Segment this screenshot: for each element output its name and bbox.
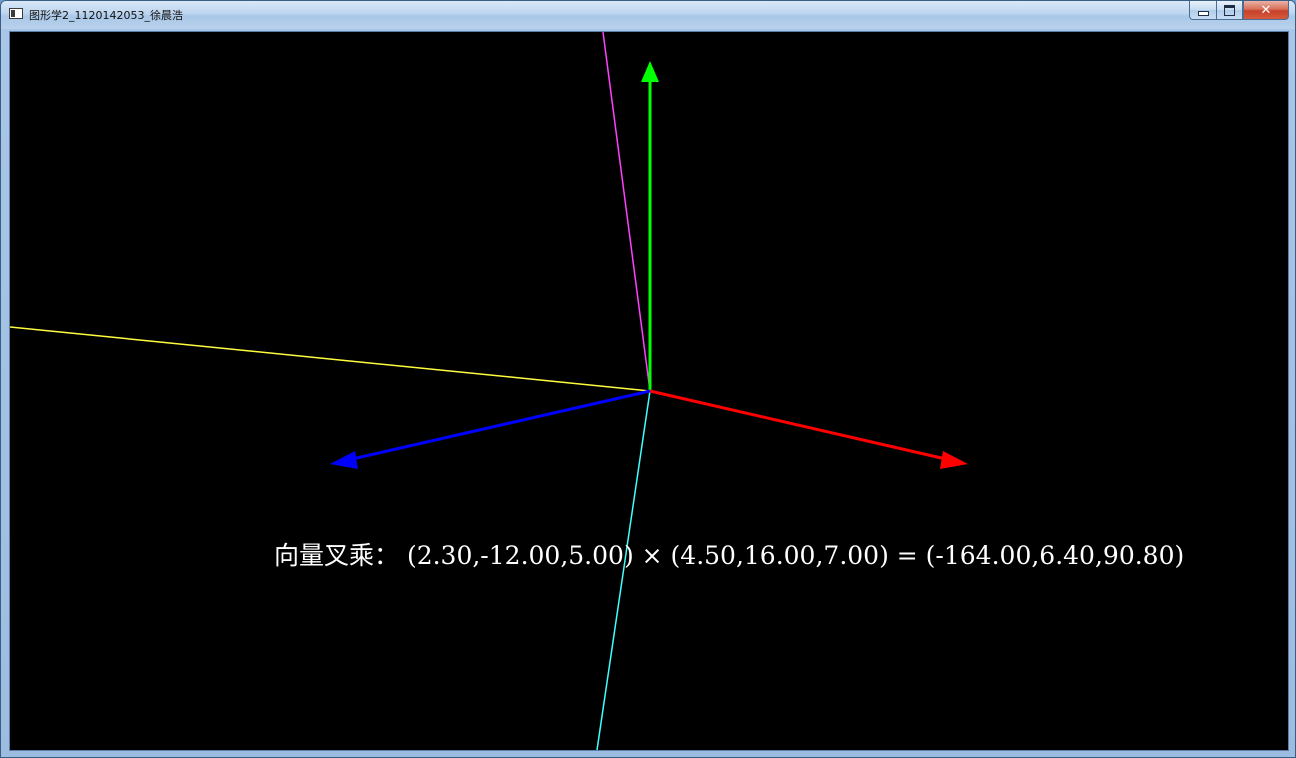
caption-buttons: ✕ [1189,1,1289,21]
opengl-viewport[interactable]: 向量叉乘： (2.30,-12.00,5.00) × (4.50,16.00,7… [9,31,1289,751]
window-title: 图形学2_1120142053_徐晨浩 [29,9,183,22]
scene-canvas [10,32,968,750]
x-axis-arrowhead [940,451,968,469]
z-axis-line [347,389,651,462]
minimize-button[interactable] [1189,1,1216,20]
x-axis-line [649,389,951,462]
maximize-button[interactable] [1216,1,1243,20]
minimize-icon [1197,11,1209,16]
maximize-icon [1224,4,1235,16]
close-icon: ✕ [1260,2,1272,18]
close-button[interactable]: ✕ [1243,1,1289,20]
window-app-icon[interactable] [9,8,23,19]
y-axis-arrowhead [641,61,659,82]
app-window: 图形学2_1120142053_徐晨浩 ✕ 向量叉乘： (2.30,-12.00… [0,0,1296,758]
title-bar[interactable]: 图形学2_1120142053_徐晨浩 ✕ [1,1,1295,29]
vector-a-line [10,326,651,392]
z-axis-arrowhead [330,451,358,469]
cross-product-result-text: 向量叉乘： (2.30,-12.00,5.00) × (4.50,16.00,7… [274,541,1185,570]
vector-b-line [602,32,651,392]
